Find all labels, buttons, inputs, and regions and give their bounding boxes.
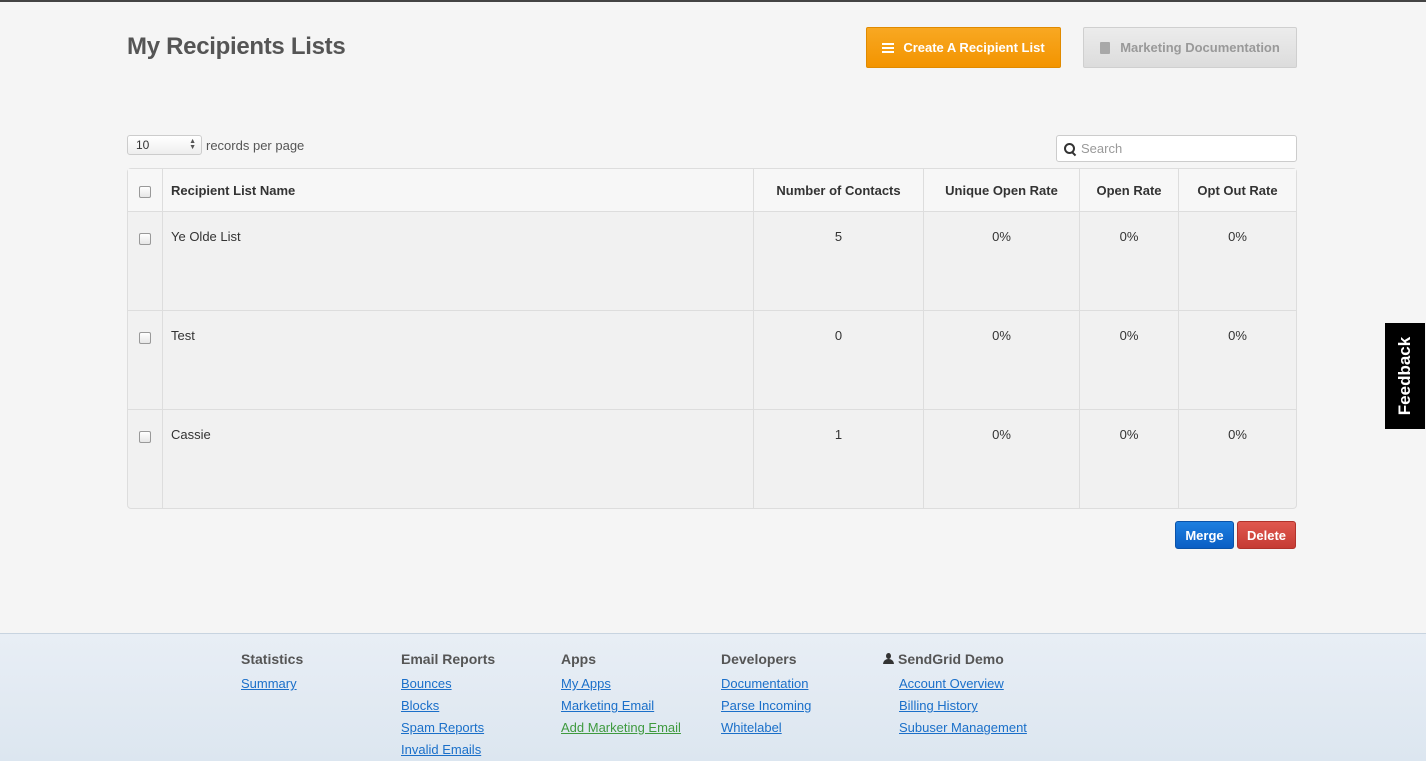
footer-link-parse-incoming[interactable]: Parse Incoming [721,698,811,714]
table-header-row: Recipient List Name Number of Contacts U… [128,169,1296,211]
unique-open-rate-cell: 0% [923,409,1079,508]
records-per-page-value: 10 [136,138,150,152]
page-title: My Recipients Lists [127,33,346,60]
footer-link-summary[interactable]: Summary [241,676,303,692]
records-per-page-select[interactable]: 10 ▲ ▼ [127,135,202,155]
footer-link-whitelabel[interactable]: Whitelabel [721,720,811,736]
header-select-all-cell [128,169,162,211]
footer-statistics: Statistics Summary [241,651,303,698]
footer-developers: Developers Documentation Parse Incoming … [721,651,811,742]
footer-account-name: SendGrid Demo [898,651,1004,667]
opt-out-rate-cell: 0% [1178,211,1296,310]
footer-heading-email-reports: Email Reports [401,651,496,667]
updown-arrows-icon: ▲ ▼ [189,138,196,151]
list-icon [882,42,895,53]
footer-link-invalid-emails[interactable]: Invalid Emails [401,742,495,758]
footer-heading-developers: Developers [721,651,797,667]
open-rate-cell: 0% [1079,310,1178,409]
column-header-contacts[interactable]: Number of Contacts [753,169,923,211]
unique-open-rate-cell: 0% [923,310,1079,409]
table-row: Test 0 0% 0% 0% [128,310,1296,409]
footer-heading-statistics: Statistics [241,651,304,667]
merge-button[interactable]: Merge [1175,521,1234,549]
footer-heading-apps: Apps [561,651,596,667]
footer-link-bounces[interactable]: Bounces [401,676,495,692]
contacts-cell: 5 [753,211,923,310]
unique-open-rate-cell: 0% [923,211,1079,310]
column-header-list-name[interactable]: Recipient List Name [162,169,753,211]
footer-link-billing-history[interactable]: Billing History [899,698,1027,714]
records-per-page-label: records per page [206,137,305,153]
search-input[interactable] [1081,141,1281,156]
feedback-label: Feedback [1395,336,1414,416]
recipient-lists-table: Recipient List Name Number of Contacts U… [127,168,1297,509]
list-name-cell[interactable]: Test [162,310,753,409]
row-select-cell [128,409,162,508]
list-name-cell[interactable]: Ye Olde List [162,211,753,310]
table-row: Cassie 1 0% 0% 0% [128,409,1296,508]
open-rate-cell: 0% [1079,409,1178,508]
opt-out-rate-cell: 0% [1178,409,1296,508]
contacts-cell: 0 [753,310,923,409]
footer-heading-account: SendGrid Demo [883,651,1027,667]
records-per-page: 10 ▲ ▼ records per page [127,135,304,155]
footer-link-documentation[interactable]: Documentation [721,676,811,692]
feedback-tab[interactable]: Feedback [1385,323,1425,429]
row-checkbox[interactable] [139,232,151,245]
footer-email-reports: Email Reports Bounces Blocks Spam Report… [401,651,495,761]
column-header-open-rate[interactable]: Open Rate [1079,169,1178,211]
book-icon [1100,41,1111,54]
row-select-cell [128,310,162,409]
search-icon [1064,142,1076,155]
search-box [1056,135,1297,162]
footer-link-marketing-email[interactable]: Marketing Email [561,698,681,714]
select-all-checkbox[interactable] [139,185,151,198]
marketing-documentation-button[interactable]: Marketing Documentation [1083,27,1297,68]
contacts-cell: 1 [753,409,923,508]
footer-link-spam-reports[interactable]: Spam Reports [401,720,495,736]
column-header-unique-open-rate[interactable]: Unique Open Rate [923,169,1079,211]
footer-link-subuser-management[interactable]: Subuser Management [899,720,1027,736]
row-checkbox[interactable] [139,430,151,443]
footer-link-add-marketing-email[interactable]: Add Marketing Email [561,720,681,736]
delete-button[interactable]: Delete [1237,521,1296,549]
footer-account: SendGrid Demo Account Overview Billing H… [883,651,1027,742]
table-row: Ye Olde List 5 0% 0% 0% [128,211,1296,310]
column-header-opt-out-rate[interactable]: Opt Out Rate [1178,169,1296,211]
list-name-cell[interactable]: Cassie [162,409,753,508]
footer-link-account-overview[interactable]: Account Overview [899,676,1027,692]
footer-apps: Apps My Apps Marketing Email Add Marketi… [561,651,681,742]
footer-link-my-apps[interactable]: My Apps [561,676,681,692]
row-checkbox[interactable] [139,331,151,344]
create-recipient-list-label: Create A Recipient List [903,40,1045,55]
create-recipient-list-button[interactable]: Create A Recipient List [866,27,1061,68]
open-rate-cell: 0% [1079,211,1178,310]
marketing-documentation-label: Marketing Documentation [1120,40,1280,55]
opt-out-rate-cell: 0% [1178,310,1296,409]
footer-link-blocks[interactable]: Blocks [401,698,495,714]
user-icon [883,653,894,665]
footer: Statistics Summary Email Reports Bounces… [0,633,1426,761]
row-select-cell [128,211,162,310]
